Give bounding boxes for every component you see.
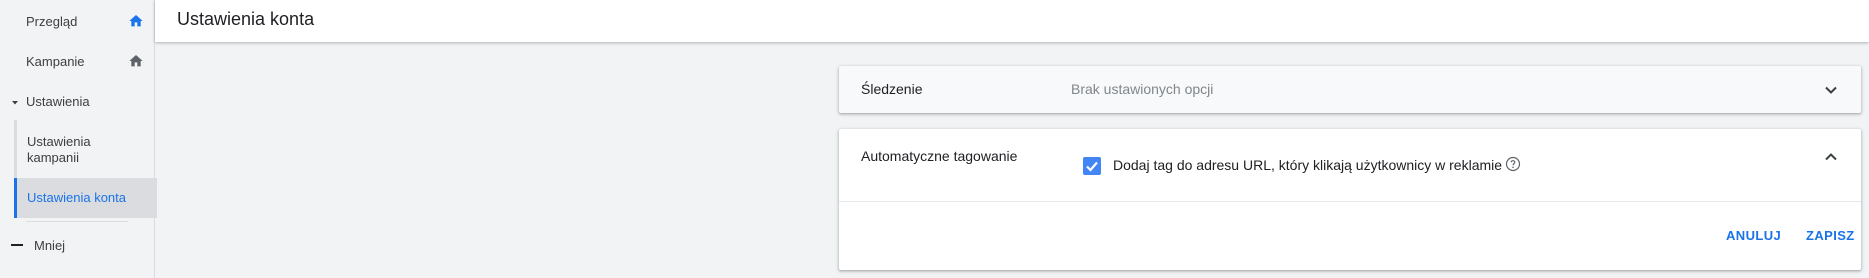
sidebar-less-toggle[interactable]: Mniej — [0, 236, 154, 254]
active-indicator — [14, 178, 17, 218]
sidebar-section-label: Ustawienia — [26, 93, 90, 109]
save-button[interactable]: ZAPISZ — [1806, 228, 1855, 243]
chevron-down-icon[interactable] — [1823, 82, 1839, 98]
help-icon[interactable] — [1505, 156, 1521, 172]
tracking-value: Brak ustawionych opcji — [1071, 81, 1214, 97]
sidebar: Przegląd Kampanie Ustawienia Ustawienia … — [0, 0, 157, 278]
auto-tagging-label: Automatyczne tagowanie — [861, 148, 1018, 164]
sidebar-item-label: Ustawienia kampanii — [27, 134, 91, 165]
tracking-label: Śledzenie — [861, 81, 923, 97]
page-title: Ustawienia konta — [177, 9, 315, 29]
chevron-up-icon[interactable] — [1823, 149, 1839, 165]
sidebar-item-label: Ustawienia konta — [27, 190, 126, 205]
sidebar-item-label: Kampanie — [26, 53, 85, 69]
sidebar-item-campaign-settings[interactable]: Ustawienia kampanii — [17, 132, 157, 166]
auto-tagging-checkbox[interactable] — [1083, 157, 1101, 175]
minus-icon — [11, 244, 23, 246]
sidebar-item-account-settings[interactable]: Ustawienia konta — [14, 178, 157, 218]
home-icon — [128, 13, 144, 29]
auto-tagging-panel: Automatyczne tagowanie Dodaj tag do adre… — [839, 129, 1861, 270]
sidebar-item-overview[interactable]: Przegląd — [0, 12, 154, 30]
auto-tagging-checkbox-label: Dodaj tag do adresu URL, który klikają u… — [1113, 157, 1503, 173]
sidebar-divider — [26, 221, 128, 222]
sidebar-submenu: Ustawienia kampanii Ustawienia konta — [14, 120, 157, 218]
sidebar-item-campaigns[interactable]: Kampanie — [0, 52, 154, 70]
page-header: Ustawienia konta — [155, 0, 1869, 42]
sidebar-less-label: Mniej — [34, 237, 66, 253]
sidebar-section-settings[interactable]: Ustawienia — [0, 92, 154, 110]
home-icon — [128, 53, 144, 69]
panel-divider — [839, 201, 1861, 202]
cancel-button[interactable]: ANULUJ — [1726, 228, 1781, 243]
caret-down-icon — [10, 96, 20, 106]
tracking-panel[interactable]: Śledzenie Brak ustawionych opcji — [839, 66, 1861, 113]
sidebar-item-label: Przegląd — [26, 13, 78, 29]
